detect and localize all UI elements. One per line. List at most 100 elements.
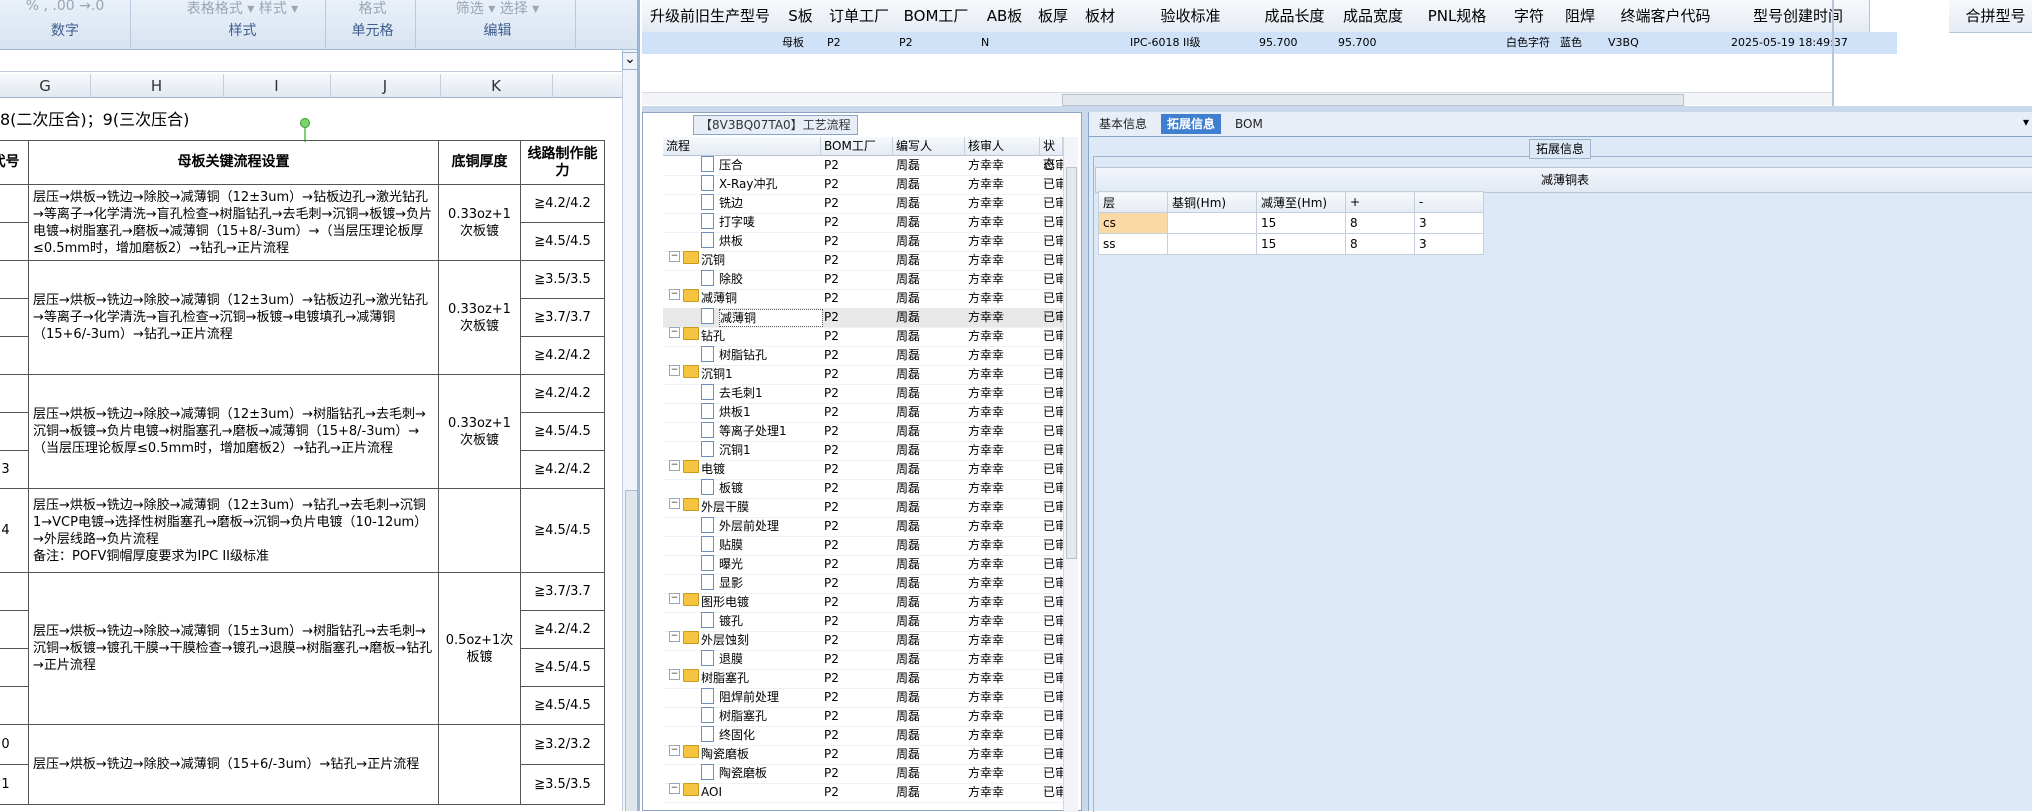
tab-basic[interactable]: 基本信息 xyxy=(1093,114,1153,134)
grid-column-header[interactable]: 成品宽度 xyxy=(1334,0,1413,33)
collapse-icon[interactable]: − xyxy=(669,251,680,262)
process-tab[interactable]: 【8V3BQ07TA0】工艺流程 xyxy=(693,115,858,135)
copper-cell[interactable] xyxy=(438,488,521,573)
column-header[interactable]: K xyxy=(440,74,553,98)
code-cell[interactable] xyxy=(0,412,29,451)
column-header[interactable]: J xyxy=(330,74,441,98)
collapse-icon[interactable]: − xyxy=(669,498,680,509)
collapse-icon[interactable]: − xyxy=(669,783,680,794)
grid-cell[interactable] xyxy=(1412,32,1502,54)
grid-cell[interactable]: 2025-05-19 18:49:37 xyxy=(1727,32,1897,54)
collapse-icon[interactable]: − xyxy=(669,460,680,471)
grid-cell[interactable]: IPC-6018 II级 xyxy=(1126,32,1255,54)
process-row[interactable]: 去毛刺1 P2 周磊 方幸幸 已审核 xyxy=(663,384,1063,404)
grid-cell[interactable]: 95.700 xyxy=(1255,32,1334,54)
flow-cell[interactable]: 层压→烘板→铣边→除胶→减薄铜（12±3um）→钻孔→去毛刺→沉铜1→VCP电镀… xyxy=(28,488,439,573)
process-row[interactable]: 打字唛 P2 周磊 方幸幸 已审核 xyxy=(663,213,1063,233)
table-header-cell[interactable]: 线路制作能力 xyxy=(520,140,605,185)
code-cell[interactable] xyxy=(0,298,29,337)
flow-cell[interactable]: 层压→烘板→铣边→除胶→减薄铜（12±3um）→钻板边孔→激光钻孔→等离子→化学… xyxy=(28,184,439,261)
process-row[interactable]: − 外层干膜 P2 周磊 方幸幸 已审核 xyxy=(663,498,1063,518)
capability-cell[interactable]: ≧3.5/3.5 xyxy=(520,260,605,299)
process-row[interactable]: − 沉铜 P2 周磊 方幸幸 已审核 xyxy=(663,251,1063,271)
grid-column-header[interactable]: 终端客户代码 xyxy=(1604,0,1728,33)
process-row[interactable]: 镀孔 P2 周磊 方幸幸 已审核 xyxy=(663,612,1063,632)
thinning-col-header[interactable]: 层 xyxy=(1098,191,1168,213)
code-cell[interactable]: 4 xyxy=(0,488,29,573)
process-row[interactable]: X-Ray冲孔 P2 周磊 方幸幸 已审核 xyxy=(663,175,1063,195)
table-header-cell[interactable]: 底铜厚度 xyxy=(438,140,521,185)
process-row[interactable]: − 减薄铜 P2 周磊 方幸幸 已审核 xyxy=(663,289,1063,309)
capability-cell[interactable]: ≧3.7/3.7 xyxy=(520,298,605,337)
model-grid-hscrollbar[interactable] xyxy=(642,92,1832,106)
code-cell[interactable]: 0 xyxy=(0,724,29,765)
flow-cell[interactable]: 层压→烘板→铣边→除胶→减薄铜（12±3um）→钻板边孔→激光钻孔→等离子→化学… xyxy=(28,260,439,375)
code-cell[interactable] xyxy=(0,572,29,611)
ribbon-group-items[interactable]: 筛选 ▾ 选择 ▾ xyxy=(420,0,575,18)
capability-cell[interactable]: ≧3.7/3.7 xyxy=(520,572,605,611)
capability-cell[interactable]: ≧4.5/4.5 xyxy=(520,488,605,573)
grid-cell[interactable] xyxy=(1074,32,1126,54)
collapse-icon[interactable]: − xyxy=(669,327,680,338)
thinning-col-header[interactable]: 减薄至(Hm) xyxy=(1256,191,1346,213)
grid-cell[interactable]: N xyxy=(977,32,1032,54)
process-row[interactable]: 等离子处理1 P2 周磊 方幸幸 已审核 xyxy=(663,422,1063,442)
process-row[interactable]: 树脂塞孔 P2 周磊 方幸幸 已审核 xyxy=(663,707,1063,727)
grid-column-header[interactable]: PNL规格 xyxy=(1412,0,1503,33)
capability-cell[interactable]: ≧4.5/4.5 xyxy=(520,222,605,261)
process-row[interactable]: 减薄铜P2 周磊 方幸幸 已审核 xyxy=(663,308,1063,328)
grid-cell[interactable] xyxy=(642,32,778,54)
process-row[interactable]: − 树脂塞孔 P2 周磊 方幸幸 已审核 xyxy=(663,669,1063,689)
process-row[interactable]: 外层前处理 P2 周磊 方幸幸 已审核 xyxy=(663,517,1063,537)
grid-cell[interactable]: 蓝色 xyxy=(1556,32,1604,54)
process-row[interactable]: − 沉铜1 P2 周磊 方幸幸 已审核 xyxy=(663,365,1063,385)
process-column-header[interactable]: 流程 xyxy=(663,137,821,155)
grid-cell[interactable]: 白色字符 xyxy=(1502,32,1556,54)
collapse-icon[interactable]: − xyxy=(669,669,680,680)
process-row[interactable]: 板镀 P2 周磊 方幸幸 已审核 xyxy=(663,479,1063,499)
thinning-cell[interactable]: 15 xyxy=(1256,233,1346,255)
capability-cell[interactable]: ≧4.2/4.2 xyxy=(520,336,605,375)
process-row[interactable]: 终固化 P2 周磊 方幸幸 已审核 xyxy=(663,726,1063,746)
column-header[interactable]: G xyxy=(0,74,91,98)
code-cell[interactable]: 1 xyxy=(0,764,29,805)
grid-column-header[interactable]: 成品长度 xyxy=(1255,0,1335,33)
capability-cell[interactable]: ≧4.5/4.5 xyxy=(520,648,605,687)
capability-cell[interactable]: ≧3.2/3.2 xyxy=(520,724,605,765)
code-cell[interactable] xyxy=(0,336,29,375)
grid-column-header[interactable]: 验收标准 xyxy=(1126,0,1256,33)
collapse-icon[interactable]: − xyxy=(669,631,680,642)
thinning-cell[interactable]: 3 xyxy=(1414,233,1484,255)
process-column-header[interactable]: 状态 xyxy=(1040,137,1063,171)
flow-cell[interactable]: 层压→烘板→铣边→除胶→减薄铜（15±3um）→树脂钻孔→去毛刺→沉铜→板镀→镀… xyxy=(28,572,439,725)
process-row[interactable]: 曝光 P2 周磊 方幸幸 已审核 xyxy=(663,555,1063,575)
copper-cell[interactable]: 0.5oz+1次板镀 xyxy=(438,572,521,725)
thinning-cell[interactable]: 8 xyxy=(1345,212,1415,234)
process-row[interactable]: 树脂钻孔 P2 周磊 方幸幸 已审核 xyxy=(663,346,1063,366)
thinning-cell[interactable]: 3 xyxy=(1414,212,1484,234)
flow-cell[interactable]: 层压→烘板→铣边→除胶→减薄铜（15+6/-3um）→钻孔→正片流程 xyxy=(28,724,439,805)
process-row[interactable]: 退膜 P2 周磊 方幸幸 已审核 xyxy=(663,650,1063,670)
process-row[interactable]: 贴膜 P2 周磊 方幸幸 已审核 xyxy=(663,536,1063,556)
copper-cell[interactable]: 0.33oz+1次板镀 xyxy=(438,260,521,375)
process-row[interactable]: 压合 P2 周磊 方幸幸 已审核 xyxy=(663,156,1063,176)
code-cell[interactable] xyxy=(0,184,29,223)
process-row[interactable]: − 钻孔 P2 周磊 方幸幸 已审核 xyxy=(663,327,1063,347)
process-row[interactable]: − 陶瓷磨板 P2 周磊 方幸幸 已审核 xyxy=(663,745,1063,765)
grid-column-header[interactable]: BOM工厂 xyxy=(895,0,978,33)
table-header-cell[interactable]: 代号 xyxy=(0,140,29,185)
capability-cell[interactable]: ≧4.2/4.2 xyxy=(520,610,605,649)
grid-cell[interactable]: 母板 xyxy=(778,32,823,54)
thinning-cell[interactable]: 8 xyxy=(1345,233,1415,255)
process-column-header[interactable]: 编写人 xyxy=(893,137,965,155)
process-row[interactable]: 烘板 P2 周磊 方幸幸 已审核 xyxy=(663,232,1063,252)
capability-cell[interactable]: ≧4.2/4.2 xyxy=(520,184,605,223)
process-row[interactable]: 铣边 P2 周磊 方幸幸 已审核 xyxy=(663,194,1063,214)
thinning-cell[interactable]: ss xyxy=(1098,233,1168,255)
code-cell[interactable] xyxy=(0,610,29,649)
grid-column-header[interactable]: 字符 xyxy=(1502,0,1557,33)
code-cell[interactable] xyxy=(0,222,29,261)
copper-cell[interactable]: 0.33oz+1次板镀 xyxy=(438,374,521,489)
code-cell[interactable] xyxy=(0,648,29,687)
ribbon-group-items[interactable]: % , .00 →.0 xyxy=(0,0,130,14)
